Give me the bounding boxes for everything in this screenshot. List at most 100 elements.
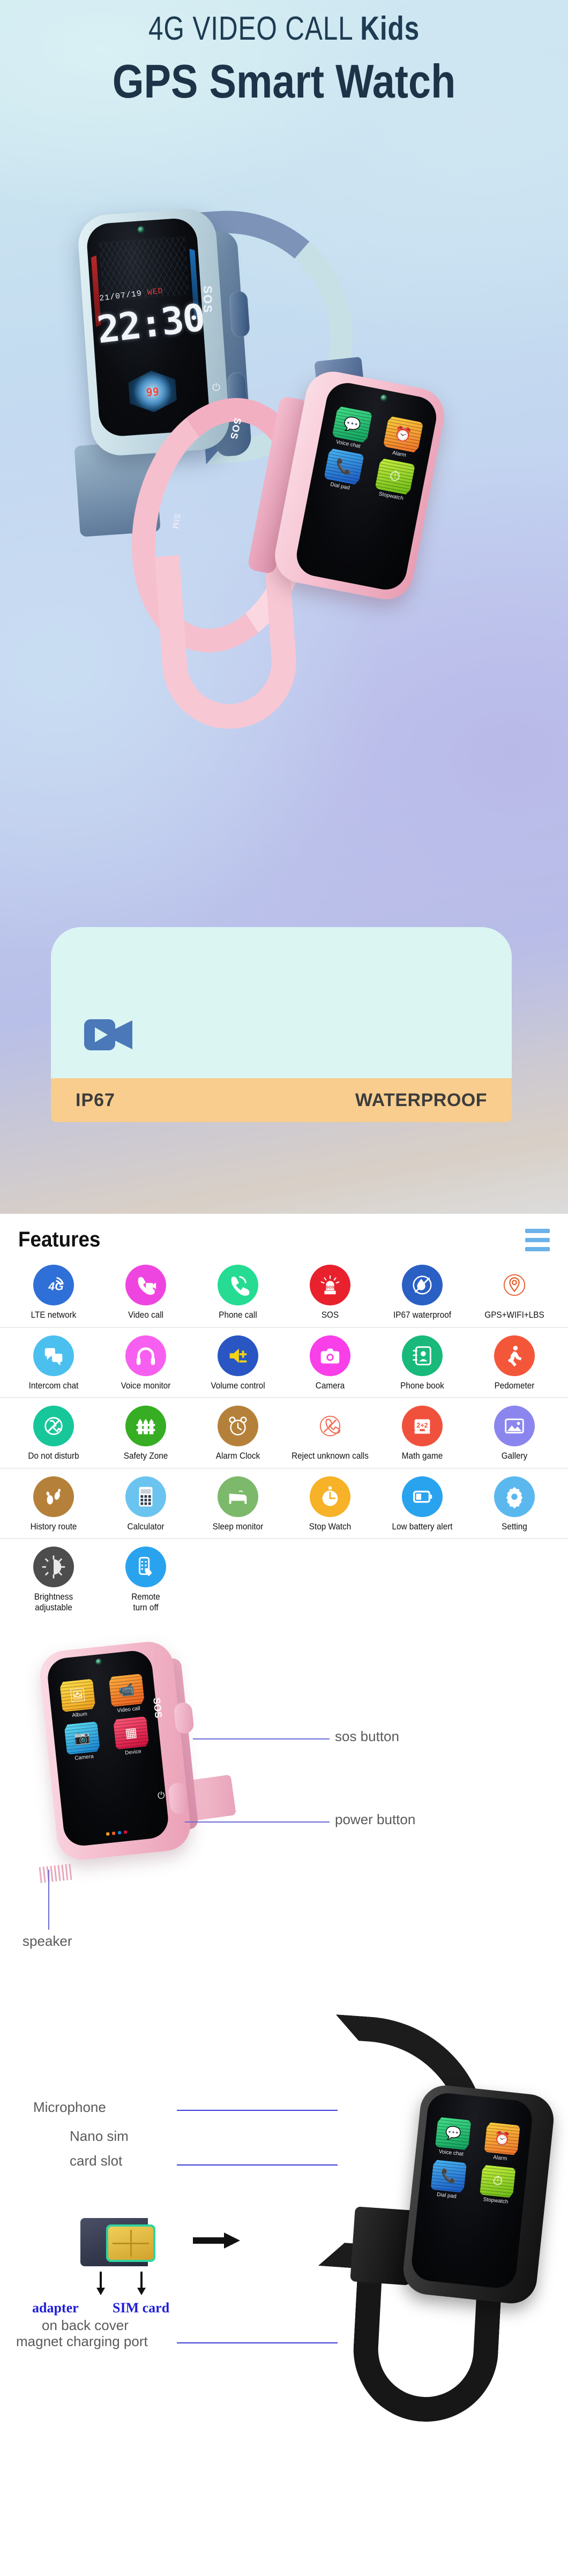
sim-card-arrow-icon bbox=[137, 2272, 146, 2296]
microphone-leader-line bbox=[177, 2110, 338, 2111]
ip-rating-label: IP67 bbox=[76, 1089, 115, 1110]
feature-item-stop-watch[interactable]: Stop Watch bbox=[284, 1476, 376, 1532]
feature-item-history-route[interactable]: History route bbox=[8, 1476, 100, 1532]
feature-label: Phone call bbox=[219, 1310, 257, 1320]
watch-app-label: Voice chat bbox=[438, 2149, 464, 2157]
feature-item-setting[interactable]: Setting bbox=[468, 1476, 560, 1532]
svg-text:SOS: SOS bbox=[326, 1285, 334, 1290]
watch-app[interactable]: ▦ Device bbox=[108, 1716, 155, 1758]
feature-item-do-not-disturb[interactable]: Do not disturb bbox=[8, 1406, 100, 1461]
speaker-label: speaker bbox=[23, 1933, 72, 1950]
watch-app[interactable]: 📹 Video call bbox=[104, 1673, 151, 1715]
feature-item-voice-monitor[interactable]: Voice monitor bbox=[100, 1335, 192, 1391]
nano-sim-label-line2: card slot bbox=[70, 2153, 123, 2169]
feature-item-phone-call[interactable]: Phone call bbox=[192, 1265, 284, 1320]
feature-label: Safety Zone bbox=[123, 1451, 168, 1461]
feature-item-video-call[interactable]: Video call bbox=[100, 1265, 192, 1320]
watch-app[interactable]: 📞 Dial pad bbox=[425, 2159, 472, 2201]
sleep-bed-icon bbox=[218, 1476, 258, 1517]
feature-item-safety-zone[interactable]: Safety Zone bbox=[100, 1406, 192, 1461]
video-call-glyph: 📹 bbox=[118, 1682, 136, 1699]
dial-pad-glyph: 📞 bbox=[334, 457, 354, 476]
waterproof-card bbox=[51, 927, 512, 1078]
feature-item-phone-book[interactable]: Phone book bbox=[376, 1335, 468, 1391]
watch-app[interactable]: 🖼 Album bbox=[55, 1678, 101, 1720]
sos-siren-icon: SOS bbox=[310, 1265, 350, 1305]
feature-item-sos[interactable]: SOS SOS bbox=[284, 1265, 376, 1320]
feature-row: Do not disturb Safety Zone Alarm Clock R… bbox=[0, 1397, 568, 1461]
feature-item-ip67-waterproof[interactable]: IP67 waterproof bbox=[376, 1265, 468, 1320]
insert-arrow-icon bbox=[193, 2232, 240, 2249]
feature-label: Math game bbox=[401, 1451, 443, 1461]
feature-label: SOS bbox=[321, 1310, 339, 1320]
lte-network-icon: 4G bbox=[33, 1265, 74, 1305]
watch-app[interactable]: 💬 Voice chat bbox=[429, 2117, 476, 2159]
dial-pad-icon: 📞 bbox=[430, 2160, 467, 2193]
hero-title-light: 4G VIDEO CALL bbox=[148, 10, 361, 47]
feature-label: Intercom chat bbox=[28, 1380, 79, 1391]
feature-label: History route bbox=[30, 1521, 77, 1532]
device-icon: ▦ bbox=[113, 1716, 150, 1750]
feature-item-lte-network[interactable]: 4G LTE network bbox=[8, 1265, 100, 1320]
video-call-icon bbox=[125, 1265, 166, 1305]
feature-item-math-game[interactable]: 2+2 Math game bbox=[376, 1406, 468, 1461]
brightness-icon bbox=[33, 1547, 74, 1588]
hamburger-menu-icon[interactable] bbox=[525, 1228, 550, 1251]
stopwatch-icon: ⏱ bbox=[480, 2165, 516, 2198]
feature-item-sleep-monitor[interactable]: Sleep monitor bbox=[192, 1476, 284, 1532]
feature-item-gallery[interactable]: Gallery bbox=[468, 1406, 560, 1461]
gear-icon bbox=[494, 1476, 535, 1517]
watch-app[interactable]: ⏰ Alarm bbox=[479, 2122, 525, 2163]
black-watch-body: 💬 Voice chat ⏰ Alarm 📞 Dial pad ⏱ Stopwa… bbox=[401, 2083, 556, 2306]
feature-label: Brightness adjustable bbox=[34, 1592, 73, 1612]
watch-app[interactable]: ⏱ Stopwatch bbox=[474, 2164, 521, 2206]
feature-item-gps-wifi-lbs[interactable]: GPS+WIFI+LBS bbox=[468, 1265, 560, 1320]
feature-label: Setting bbox=[502, 1521, 527, 1532]
feature-item-remote-turn-off[interactable]: Remote turn off bbox=[100, 1547, 192, 1612]
feature-label: IP67 waterproof bbox=[393, 1310, 451, 1320]
voice-chat-icon: 💬 bbox=[332, 406, 372, 443]
sim-card-label: SIM card bbox=[113, 2300, 170, 2316]
on-back-cover-label: on back cover bbox=[42, 2317, 129, 2334]
svg-text:2+2: 2+2 bbox=[416, 1422, 428, 1429]
pink-watch-speaker-grill bbox=[39, 1864, 73, 1884]
feature-item-camera[interactable]: Camera bbox=[284, 1335, 376, 1391]
dial-pad-icon: 📞 bbox=[324, 448, 364, 486]
feature-label: LTE network bbox=[31, 1310, 77, 1320]
watch-app[interactable]: ⏱ Stopwatch bbox=[369, 457, 420, 504]
feature-item-low-battery-alert[interactable]: Low battery alert bbox=[376, 1476, 468, 1532]
watch-app[interactable]: 💬 Voice chat bbox=[326, 405, 377, 452]
blue-watch-sos-button[interactable] bbox=[229, 290, 250, 338]
watch-app[interactable]: 📷 Camera bbox=[59, 1721, 106, 1763]
page-indicator-dots bbox=[106, 1830, 128, 1836]
feature-item-calculator[interactable]: Calculator bbox=[100, 1476, 192, 1532]
volume-icon bbox=[218, 1335, 258, 1376]
speaker-leader-line bbox=[48, 1870, 49, 1930]
voice-chat-icon: 💬 bbox=[435, 2117, 472, 2151]
safety-zone-fence-icon bbox=[125, 1406, 166, 1447]
feature-item-volume-control[interactable]: Volume control bbox=[192, 1335, 284, 1391]
watch-app[interactable]: ⏰ Alarm bbox=[377, 415, 428, 461]
product-page: 4G VIDEO CALL Kids GPS Smart Watch 21/07… bbox=[0, 0, 568, 2445]
feature-item-alarm-clock[interactable]: Alarm Clock bbox=[192, 1406, 284, 1461]
feature-item-brightness-adjustable[interactable]: Brightness adjustable bbox=[8, 1547, 100, 1612]
watch-time: 22:30 bbox=[94, 295, 207, 353]
remote-turn-off-icon bbox=[125, 1547, 166, 1588]
sim-tray-illustration bbox=[80, 2218, 182, 2269]
black-watch-diagram: 💬 Voice chat ⏰ Alarm 📞 Dial pad ⏱ Stopwa… bbox=[289, 2014, 557, 2427]
hero-title-line-2: GPS Smart Watch bbox=[112, 55, 456, 108]
hero-titles: 4G VIDEO CALL Kids GPS Smart Watch bbox=[0, 0, 568, 109]
device-glyph: ▦ bbox=[124, 1725, 138, 1741]
watch-app[interactable]: 📞 Dial pad bbox=[318, 447, 369, 494]
feature-label: Video call bbox=[128, 1310, 164, 1320]
feature-item-reject-unknown-calls[interactable]: Reject unknown calls bbox=[284, 1406, 376, 1461]
feature-item-intercom-chat[interactable]: Intercom chat bbox=[8, 1335, 100, 1391]
feature-label: Alarm Clock bbox=[215, 1451, 260, 1461]
power-leader-line bbox=[185, 1821, 330, 1823]
feature-label: Low battery alert bbox=[392, 1521, 453, 1532]
feature-item-pedometer[interactable]: Pedometer bbox=[468, 1335, 560, 1391]
album-glyph: 🖼 bbox=[69, 1688, 87, 1704]
nano-sim-leader-line bbox=[177, 2164, 338, 2166]
feature-label: Volume control bbox=[211, 1380, 265, 1391]
alarm-icon: ⏰ bbox=[484, 2122, 520, 2155]
